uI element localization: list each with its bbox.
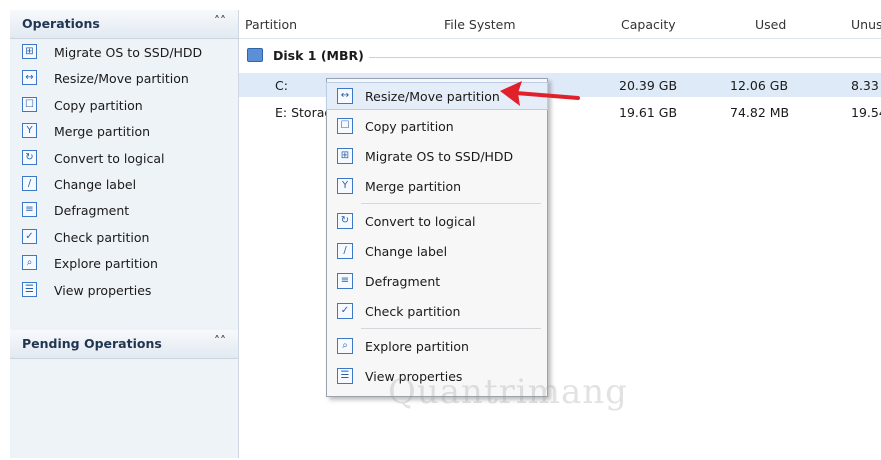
menu-label: Resize/Move partition xyxy=(365,89,500,104)
op-check[interactable]: ✓ Check partition xyxy=(10,225,238,251)
partition-name: C: xyxy=(275,78,288,93)
check-icon: ✓ xyxy=(337,303,353,319)
label-icon: / xyxy=(22,175,37,191)
label-icon: / xyxy=(337,243,353,259)
op-copy[interactable]: ☐ Copy partition xyxy=(10,93,238,119)
menu-change-label[interactable]: / Change label xyxy=(327,238,547,264)
op-label: Explore partition xyxy=(54,256,158,272)
op-label: Migrate OS to SSD/HDD xyxy=(54,45,203,60)
op-migrate-os[interactable]: ⊞ Migrate OS to SSD/HDD xyxy=(10,40,238,66)
pending-header[interactable]: Pending Operations ˄˄ xyxy=(10,330,238,359)
resize-icon: ↔ xyxy=(22,70,37,86)
col-partition[interactable]: Partition xyxy=(245,17,297,32)
menu-label: Convert to logical xyxy=(365,214,476,229)
capacity-value: 19.61 GB xyxy=(619,105,678,120)
op-change-label[interactable]: / Change label xyxy=(10,172,238,198)
op-label: Copy partition xyxy=(54,97,143,113)
menu-label: Change label xyxy=(365,244,448,259)
op-merge[interactable]: Y Merge partition xyxy=(10,119,238,145)
menu-merge[interactable]: Y Merge partition xyxy=(327,173,547,199)
op-view-properties[interactable]: ☰ View properties xyxy=(10,278,238,304)
op-label: Resize/Move partition xyxy=(54,71,189,87)
menu-migrate-os[interactable]: ⊞ Migrate OS to SSD/HDD xyxy=(327,143,547,169)
partition-name: E: Storag xyxy=(275,105,333,120)
divider xyxy=(369,57,881,58)
convert-icon: ↻ xyxy=(337,213,353,229)
unused-value: 19.54 xyxy=(851,105,881,120)
op-label: View properties xyxy=(54,282,152,298)
annotation-arrow-icon xyxy=(500,81,580,106)
merge-icon: Y xyxy=(22,123,37,139)
copy-icon: ☐ xyxy=(337,118,353,134)
unused-value: 8.33 xyxy=(851,78,879,93)
op-label: Check partition xyxy=(54,229,150,245)
used-value: 74.82 MB xyxy=(730,105,790,120)
col-used[interactable]: Used xyxy=(755,17,786,32)
disk-row[interactable]: Disk 1 (MBR) xyxy=(239,46,881,68)
collapse-chevron-icon[interactable]: ˄˄ xyxy=(214,334,226,348)
migrate-icon: ⊞ xyxy=(22,44,37,59)
op-label: Convert to logical xyxy=(54,150,165,166)
explore-icon: ⌕ xyxy=(22,255,37,271)
collapse-chevron-icon[interactable]: ˄˄ xyxy=(214,14,226,28)
pending-list xyxy=(10,366,238,458)
context-menu: ↔ Resize/Move partition ☐ Copy partition ⊞… xyxy=(326,78,548,397)
col-unused[interactable]: Unus xyxy=(851,17,881,32)
menu-label: Check partition xyxy=(365,304,461,319)
op-label: Defragment xyxy=(54,203,130,219)
convert-icon: ↻ xyxy=(22,149,37,165)
disk-label: Disk 1 (MBR) xyxy=(273,48,364,63)
check-icon: ✓ xyxy=(22,228,37,244)
column-header-row: Partition File System Capacity Used Unus xyxy=(239,10,881,39)
menu-convert-logical[interactable]: ↻ Convert to logical xyxy=(327,208,547,234)
menu-label: Merge partition xyxy=(365,179,462,194)
watermark: Quantrimang xyxy=(388,372,628,412)
menu-label: Migrate OS to SSD/HDD xyxy=(365,149,514,164)
operations-list: ⊞ Migrate OS to SSD/HDD ↔ Resize/Move part… xyxy=(10,40,238,304)
menu-label: Defragment xyxy=(365,274,441,289)
operations-header[interactable]: Operations ˄˄ xyxy=(10,10,238,39)
menu-explore[interactable]: ⌕ Explore partition xyxy=(327,333,547,359)
op-label: Merge partition xyxy=(54,124,151,140)
menu-label: Explore partition xyxy=(365,339,469,354)
defragment-icon: ≡ xyxy=(22,202,37,218)
col-capacity[interactable]: Capacity xyxy=(621,17,676,32)
properties-icon: ☰ xyxy=(337,368,353,384)
menu-separator xyxy=(361,203,541,204)
op-defragment[interactable]: ≡ Defragment xyxy=(10,198,238,224)
merge-icon: Y xyxy=(337,178,353,194)
col-file-system[interactable]: File System xyxy=(444,17,516,32)
op-convert-logical[interactable]: ↻ Convert to logical xyxy=(10,146,238,172)
pending-title: Pending Operations xyxy=(22,336,162,351)
operations-panel: Operations ˄˄ ⊞ Migrate OS to SSD/HDD ↔ Re… xyxy=(10,10,239,458)
defragment-icon: ≡ xyxy=(337,273,353,289)
used-value: 12.06 GB xyxy=(730,78,789,93)
resize-icon: ↔ xyxy=(337,88,353,104)
operations-title: Operations xyxy=(22,16,100,31)
menu-check[interactable]: ✓ Check partition xyxy=(327,298,547,324)
disk-icon xyxy=(247,48,263,62)
op-explore[interactable]: ⌕ Explore partition xyxy=(10,251,238,277)
op-label: Change label xyxy=(54,176,137,192)
menu-separator xyxy=(361,328,541,329)
menu-defragment[interactable]: ≡ Defragment xyxy=(327,268,547,294)
menu-label: Copy partition xyxy=(365,119,454,134)
migrate-icon: ⊞ xyxy=(337,148,353,164)
capacity-value: 20.39 GB xyxy=(619,78,678,93)
menu-copy[interactable]: ☐ Copy partition xyxy=(327,113,547,139)
explore-icon: ⌕ xyxy=(337,338,353,354)
copy-icon: ☐ xyxy=(22,96,37,112)
properties-icon: ☰ xyxy=(22,281,37,297)
op-resize-move[interactable]: ↔ Resize/Move partition xyxy=(10,66,238,92)
